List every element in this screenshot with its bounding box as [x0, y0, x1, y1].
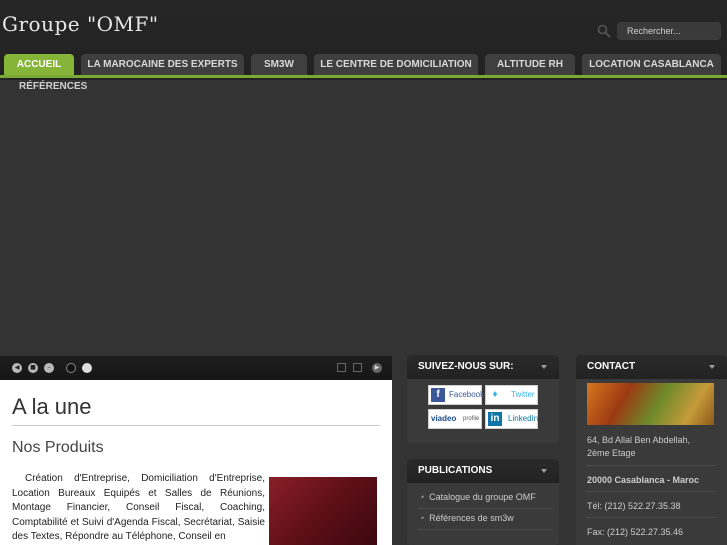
collapse-icon[interactable]: [709, 365, 715, 369]
tab-la-marocaine-des-experts[interactable]: LA MAROCAINE DES EXPERTS: [81, 54, 244, 75]
products-heading: Nos Produits: [12, 439, 104, 456]
single-view-icon[interactable]: [337, 363, 346, 372]
main-content: A la une Nos Produits Création d'Entrepr…: [0, 380, 392, 545]
contact-panel: CONTACT 64, Bd Allal Ben Abdellah, 2ème …: [576, 355, 727, 545]
address-line-1: 64, Bd Allal Ben Abdellah,: [587, 435, 691, 445]
publication-link-sm3w[interactable]: • Références de sm3w: [421, 513, 514, 523]
linkedin-button[interactable]: in LinkedIn: [485, 409, 538, 429]
contact-fax: Fax: (212) 522.27.35.46: [587, 527, 684, 537]
main-nav: ACCUEIL LA MAROCAINE DES EXPERTS SM3W LE…: [0, 0, 727, 100]
tab-location-casablanca[interactable]: LOCATION CASABLANCA: [582, 54, 721, 75]
nav-accent-line: [0, 75, 727, 78]
slideshow-controls: ◀ ■ – ▶: [0, 356, 392, 380]
facebook-button[interactable]: f Facebook: [428, 385, 484, 405]
viadeo-button[interactable]: viadeo profile: [428, 409, 482, 429]
contact-phone: Tél: (212) 522.27.35.38: [587, 501, 681, 511]
contact-city: 20000 Casablanca - Maroc: [587, 475, 700, 485]
divider: [586, 491, 716, 492]
linkedin-icon: in: [488, 412, 502, 426]
twitter-button[interactable]: ♦ Twitter: [485, 385, 538, 405]
minimize-icon[interactable]: –: [44, 363, 54, 373]
divider: [417, 529, 553, 530]
social-panel: SUIVEZ-NOUS SUR: f Facebook ♦ Twitter vi…: [407, 355, 559, 443]
divider: [586, 465, 716, 466]
section-title: A la une: [12, 394, 92, 419]
divider: [12, 425, 380, 426]
grid-view-icon[interactable]: [353, 363, 362, 372]
collapse-icon[interactable]: [541, 469, 547, 473]
divider: [417, 508, 553, 509]
publications-panel: PUBLICATIONS • Catalogue du groupe OMF • R…: [407, 459, 559, 545]
products-paragraph: Création d'Entreprise, Domiciliation d'E…: [12, 473, 265, 543]
tab-references[interactable]: RÉFÉRENCES: [19, 81, 87, 92]
stop-icon[interactable]: ■: [28, 363, 38, 373]
tab-le-centre-de-domiciliation[interactable]: LE CENTRE DE DOMICILIATION: [314, 54, 478, 75]
publications-panel-title: PUBLICATIONS: [407, 459, 559, 483]
tab-altitude-rh[interactable]: ALTITUDE RH: [485, 54, 575, 75]
product-image: [269, 477, 377, 545]
next-icon[interactable]: ▶: [372, 363, 382, 373]
publication-link-catalogue[interactable]: • Catalogue du groupe OMF: [421, 492, 536, 502]
facebook-icon: f: [431, 388, 445, 402]
previous-icon[interactable]: ◀: [12, 363, 22, 373]
bullet-icon: •: [421, 492, 425, 502]
dark-theme-icon[interactable]: [66, 363, 76, 373]
contact-panel-title: CONTACT: [576, 355, 727, 379]
contact-image: [587, 383, 714, 425]
bullet-icon: •: [421, 513, 425, 523]
divider: [586, 517, 716, 518]
light-theme-icon[interactable]: [82, 363, 92, 373]
tab-accueil[interactable]: ACCUEIL: [4, 54, 74, 75]
twitter-icon: ♦: [488, 388, 502, 402]
social-panel-title: SUIVEZ-NOUS SUR:: [407, 355, 559, 379]
tab-sm3w[interactable]: SM3W: [251, 54, 307, 75]
address-line-2: 2ème Etage: [587, 448, 636, 458]
collapse-icon[interactable]: [541, 365, 547, 369]
